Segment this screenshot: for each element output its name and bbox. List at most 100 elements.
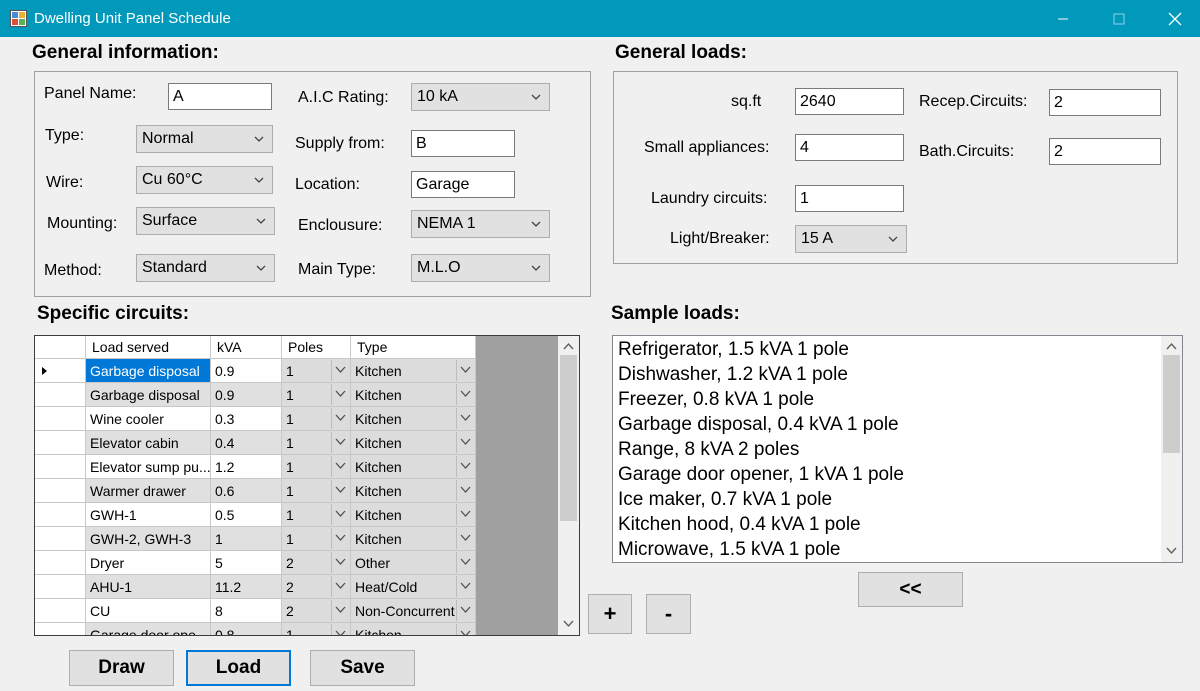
cell-kva[interactable]: 0.8 bbox=[211, 623, 282, 635]
cell-type[interactable]: Kitchen bbox=[351, 527, 476, 551]
poles-dropdown[interactable] bbox=[331, 384, 349, 405]
table-row[interactable]: Wine cooler 0.3 1 Kitchen bbox=[35, 407, 476, 431]
table-row[interactable]: Garbage disposal 0.9 1 Kitchen bbox=[35, 383, 476, 407]
cell-type[interactable]: Kitchen bbox=[351, 383, 476, 407]
cell-load-served[interactable]: Dryer bbox=[86, 551, 211, 575]
type-dropdown[interactable] bbox=[456, 576, 474, 597]
minimize-button[interactable] bbox=[1040, 0, 1086, 37]
column-header-load-served[interactable]: Load served bbox=[86, 336, 211, 359]
cell-kva[interactable]: 0.6 bbox=[211, 479, 282, 503]
cell-type[interactable]: Kitchen bbox=[351, 359, 476, 383]
table-row[interactable]: Garbage disposal 0.9 1 Kitchen bbox=[35, 359, 476, 383]
main-type-select[interactable]: M.L.O bbox=[411, 254, 550, 282]
cell-load-served[interactable]: Garbage disposal bbox=[86, 359, 211, 383]
cell-load-served[interactable]: Elevator sump pu... bbox=[86, 455, 211, 479]
cell-kva[interactable]: 8 bbox=[211, 599, 282, 623]
row-header[interactable] bbox=[35, 479, 86, 503]
type-dropdown[interactable] bbox=[456, 624, 474, 635]
cell-load-served[interactable]: Garage door ope... bbox=[86, 623, 211, 635]
cell-type[interactable]: Other bbox=[351, 551, 476, 575]
cell-poles[interactable]: 1 bbox=[282, 503, 351, 527]
table-row[interactable]: Elevator cabin 0.4 1 Kitchen bbox=[35, 431, 476, 455]
scroll-down-icon[interactable] bbox=[563, 620, 574, 628]
poles-dropdown[interactable] bbox=[331, 480, 349, 501]
panel-name-input[interactable]: A bbox=[168, 83, 272, 110]
cell-type[interactable]: Kitchen bbox=[351, 455, 476, 479]
cell-load-served[interactable]: Elevator cabin bbox=[86, 431, 211, 455]
cell-poles[interactable]: 1 bbox=[282, 455, 351, 479]
poles-dropdown[interactable] bbox=[331, 528, 349, 549]
grid-vertical-scrollbar[interactable] bbox=[558, 336, 579, 635]
load-button[interactable]: Load bbox=[186, 650, 291, 686]
poles-dropdown[interactable] bbox=[331, 600, 349, 621]
row-header[interactable] bbox=[35, 383, 86, 407]
method-select[interactable]: Standard bbox=[136, 254, 275, 282]
cell-load-served[interactable]: CU bbox=[86, 599, 211, 623]
transfer-sample-button[interactable]: << bbox=[858, 572, 963, 607]
cell-poles[interactable]: 2 bbox=[282, 551, 351, 575]
list-item[interactable]: Ice maker, 0.7 kVA 1 pole bbox=[618, 489, 832, 511]
location-input[interactable]: Garage bbox=[411, 171, 515, 198]
small-appliances-input[interactable]: 4 bbox=[795, 134, 904, 161]
row-header[interactable] bbox=[35, 623, 86, 635]
cell-type[interactable]: Kitchen bbox=[351, 431, 476, 455]
cell-poles[interactable]: 1 bbox=[282, 383, 351, 407]
wire-select[interactable]: Cu 60°C bbox=[136, 166, 273, 194]
row-header[interactable] bbox=[35, 575, 86, 599]
row-header[interactable] bbox=[35, 527, 86, 551]
list-item[interactable]: Freezer, 0.8 kVA 1 pole bbox=[618, 389, 814, 411]
poles-dropdown[interactable] bbox=[331, 360, 349, 381]
cell-kva[interactable]: 0.9 bbox=[211, 359, 282, 383]
column-header-type[interactable]: Type bbox=[351, 336, 476, 359]
list-item[interactable]: Garage door opener, 1 kVA 1 pole bbox=[618, 464, 904, 486]
cell-type[interactable]: Kitchen bbox=[351, 407, 476, 431]
scroll-down-icon[interactable] bbox=[1166, 547, 1177, 555]
table-row[interactable]: CU 8 2 Non-Concurrent bbox=[35, 599, 476, 623]
type-dropdown[interactable] bbox=[456, 384, 474, 405]
type-dropdown[interactable] bbox=[456, 456, 474, 477]
cell-type[interactable]: Kitchen bbox=[351, 623, 476, 635]
type-dropdown[interactable] bbox=[456, 528, 474, 549]
draw-button[interactable]: Draw bbox=[69, 650, 174, 686]
type-select[interactable]: Normal bbox=[136, 125, 273, 153]
cell-load-served[interactable]: Garbage disposal bbox=[86, 383, 211, 407]
laundry-circuits-input[interactable]: 1 bbox=[795, 185, 904, 212]
list-item[interactable]: Dishwasher, 1.2 kVA 1 pole bbox=[618, 364, 848, 386]
cell-load-served[interactable]: Wine cooler bbox=[86, 407, 211, 431]
cell-kva[interactable]: 11.2 bbox=[211, 575, 282, 599]
light-breaker-select[interactable]: 15 A bbox=[795, 225, 907, 253]
poles-dropdown[interactable] bbox=[331, 408, 349, 429]
cell-kva[interactable]: 0.5 bbox=[211, 503, 282, 527]
poles-dropdown[interactable] bbox=[331, 624, 349, 635]
enclosure-select[interactable]: NEMA 1 bbox=[411, 210, 550, 238]
cell-poles[interactable]: 1 bbox=[282, 623, 351, 635]
cell-type[interactable]: Non-Concurrent bbox=[351, 599, 476, 623]
cell-kva[interactable]: 0.4 bbox=[211, 431, 282, 455]
mounting-select[interactable]: Surface bbox=[136, 207, 275, 235]
cell-type[interactable]: Kitchen bbox=[351, 479, 476, 503]
list-item[interactable]: Microwave, 1.5 kVA 1 pole bbox=[618, 539, 840, 561]
save-button[interactable]: Save bbox=[310, 650, 415, 686]
type-dropdown[interactable] bbox=[456, 432, 474, 453]
list-item[interactable]: Range, 8 kVA 2 poles bbox=[618, 439, 799, 461]
cell-type[interactable]: Heat/Cold bbox=[351, 575, 476, 599]
type-dropdown[interactable] bbox=[456, 600, 474, 621]
cell-poles[interactable]: 1 bbox=[282, 359, 351, 383]
cell-poles[interactable]: 1 bbox=[282, 479, 351, 503]
cell-kva[interactable]: 1 bbox=[211, 527, 282, 551]
circuits-grid[interactable]: Load served kVA Poles Type Garbage dispo… bbox=[34, 335, 580, 636]
table-row[interactable]: AHU-1 11.2 2 Heat/Cold bbox=[35, 575, 476, 599]
aic-rating-select[interactable]: 10 kA bbox=[411, 83, 550, 111]
type-dropdown[interactable] bbox=[456, 360, 474, 381]
list-scroll-thumb[interactable] bbox=[1163, 355, 1180, 453]
type-dropdown[interactable] bbox=[456, 480, 474, 501]
remove-circuit-button[interactable]: - bbox=[646, 594, 691, 634]
cell-kva[interactable]: 0.9 bbox=[211, 383, 282, 407]
poles-dropdown[interactable] bbox=[331, 504, 349, 525]
maximize-button[interactable] bbox=[1096, 0, 1142, 37]
table-row[interactable]: Elevator sump pu... 1.2 1 Kitchen bbox=[35, 455, 476, 479]
add-circuit-button[interactable]: + bbox=[588, 594, 632, 634]
poles-dropdown[interactable] bbox=[331, 552, 349, 573]
cell-poles[interactable]: 1 bbox=[282, 407, 351, 431]
poles-dropdown[interactable] bbox=[331, 432, 349, 453]
